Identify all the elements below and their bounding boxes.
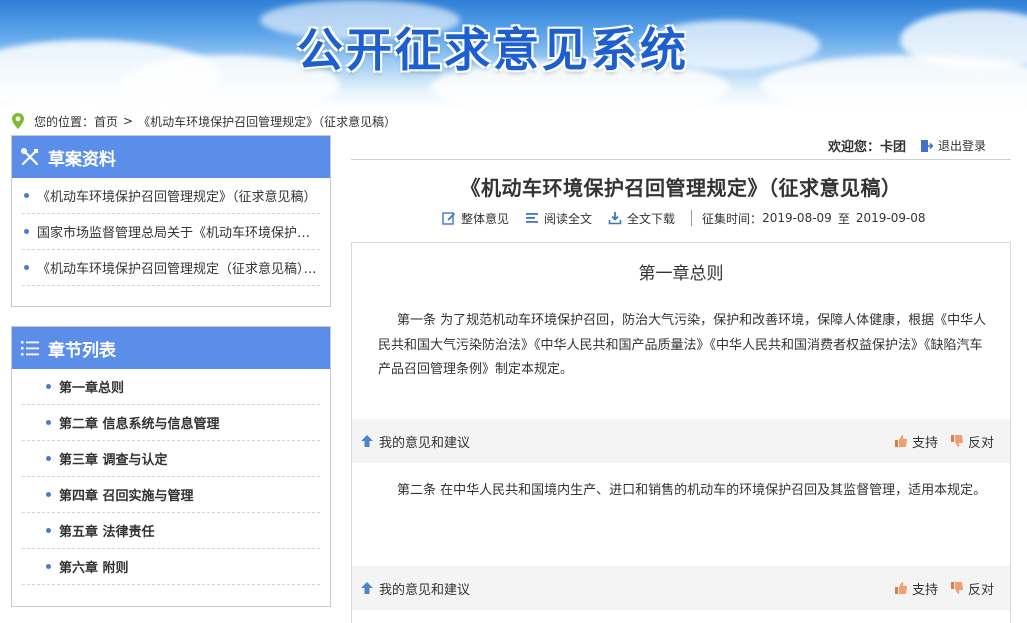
user-bar: 欢迎您： 卡团 退出登录 bbox=[828, 136, 986, 155]
collection-period-end: 2019-09-08 bbox=[855, 211, 926, 225]
read-full-label[interactable]: 阅读全文 bbox=[544, 210, 592, 227]
list-icon bbox=[21, 341, 39, 356]
read-full-button[interactable]: 阅读全文 bbox=[525, 210, 592, 227]
my-opinion-label[interactable]: 我的意见和建议 bbox=[379, 579, 470, 598]
toolbar-divider bbox=[691, 210, 693, 226]
opinion-bar: 我的意见和建议 支持 反对 bbox=[352, 419, 1010, 463]
list-item[interactable]: 《机动车环境保护召回管理规定》（征求意见稿） bbox=[22, 178, 320, 214]
collection-period-to: 至 bbox=[837, 211, 850, 226]
logout-button[interactable]: 退出登录 bbox=[920, 137, 986, 154]
collection-period-start: 2019-08-09 bbox=[762, 211, 832, 225]
chapter-item[interactable]: 第三章 调查与认定 bbox=[22, 441, 320, 477]
breadcrumb-separator: > bbox=[123, 114, 134, 128]
tools-icon bbox=[20, 147, 39, 166]
draft-docs-panel: 草案资料 《机动车环境保护召回管理规定》（征求意见稿） 国家市场监督管理总局关于… bbox=[11, 135, 331, 307]
welcome-label: 欢迎您： bbox=[828, 140, 881, 155]
chapter-item[interactable]: 第六章 附则 bbox=[22, 549, 320, 585]
draft-docs-header: 草案资料 bbox=[12, 136, 330, 178]
list-item[interactable]: 国家市场监督管理总局关于《机动车环境保护召回管理规定》 bbox=[22, 214, 320, 250]
breadcrumb: 您的位置： 首页 > 《机动车环境保护召回管理规定》（征求意见稿） bbox=[10, 112, 396, 130]
chapter-link[interactable]: 第二章 信息系统与信息管理 bbox=[59, 413, 220, 432]
location-pin-icon bbox=[12, 113, 24, 129]
thumbs-up-icon bbox=[894, 582, 907, 594]
chapter-link[interactable]: 第六章 附则 bbox=[59, 557, 129, 576]
breadcrumb-prefix: 您的位置： bbox=[34, 114, 95, 129]
oppose-label[interactable]: 反对 bbox=[968, 432, 994, 451]
vote-group: 支持 反对 bbox=[882, 432, 994, 451]
bullet-icon bbox=[46, 384, 51, 389]
draft-docs-title: 草案资料 bbox=[48, 149, 116, 170]
chapter-link[interactable]: 第五章 法律责任 bbox=[59, 521, 155, 540]
bullet-icon bbox=[46, 456, 51, 461]
chapter-link[interactable]: 第三章 调查与认定 bbox=[59, 449, 168, 468]
download-icon bbox=[608, 212, 622, 225]
bullet-icon bbox=[46, 492, 51, 497]
chapter-item[interactable]: 第一章总则 bbox=[22, 369, 320, 405]
my-opinion-label[interactable]: 我的意见和建议 bbox=[379, 432, 470, 451]
article-2: 第二条 在中华人民共和国境内生产、进口和销售的机动车的环境保护召回及其监督管理，… bbox=[397, 483, 987, 498]
my-opinion-button[interactable]: 我的意见和建议 bbox=[360, 432, 470, 451]
document-lines-icon bbox=[526, 213, 539, 223]
bullet-icon bbox=[24, 229, 29, 234]
support-label[interactable]: 支持 bbox=[912, 579, 938, 598]
edit-icon bbox=[442, 212, 456, 225]
site-title: 公开征求意见系统 bbox=[297, 23, 689, 77]
thumbs-up-icon bbox=[894, 435, 907, 447]
chapter-list-title: 章节列表 bbox=[48, 340, 116, 361]
oppose-button[interactable]: 反对 bbox=[950, 432, 994, 451]
chapter-list-header: 章节列表 bbox=[12, 327, 330, 369]
divider bbox=[351, 159, 1011, 160]
doc-link[interactable]: 国家市场监督管理总局关于《机动车环境保护召回管理规定》 bbox=[37, 222, 319, 241]
chapter-link[interactable]: 第四章 召回实施与管理 bbox=[59, 485, 194, 504]
article-1: 第一条 为了规范机动车环境保护召回，防治大气污染，保护和改善环境，保障人体健康，… bbox=[378, 313, 987, 377]
document-toolbar: 整体意见 阅读全文 全文下载 征集时间： 2019-08-09 至 2019-0… bbox=[442, 208, 926, 228]
list-item[interactable]: 《机动车环境保护召回管理规定（征求意见稿）》起草说明 bbox=[22, 250, 320, 286]
username: 卡团 bbox=[880, 140, 907, 155]
chapter-item[interactable]: 第二章 信息系统与信息管理 bbox=[22, 405, 320, 441]
document-content: 第一章总则 第一条 为了规范机动车环境保护召回，防治大气污染，保护和改善环境，保… bbox=[351, 242, 1011, 623]
vote-group: 支持 反对 bbox=[882, 579, 994, 598]
arrow-up-icon bbox=[361, 582, 373, 594]
bullet-icon bbox=[24, 265, 29, 270]
draft-docs-list: 《机动车环境保护召回管理规定》（征求意见稿） 国家市场监督管理总局关于《机动车环… bbox=[12, 178, 330, 286]
opinion-bar: 我的意见和建议 支持 反对 bbox=[352, 566, 1010, 610]
bullet-icon bbox=[24, 193, 29, 198]
download-full-button[interactable]: 全文下载 bbox=[608, 210, 675, 227]
breadcrumb-current: 《机动车环境保护召回管理规定》（征求意见稿） bbox=[138, 114, 397, 129]
header-banner: 公开征求意见系统 bbox=[0, 0, 1027, 108]
doc-link[interactable]: 《机动车环境保护召回管理规定（征求意见稿）》起草说明 bbox=[37, 258, 319, 277]
my-opinion-button[interactable]: 我的意见和建议 bbox=[360, 579, 470, 598]
thumbs-down-icon bbox=[950, 582, 963, 594]
support-button[interactable]: 支持 bbox=[894, 432, 938, 451]
breadcrumb-home-link[interactable]: 首页 bbox=[94, 113, 118, 130]
doc-link[interactable]: 《机动车环境保护召回管理规定》（征求意见稿） bbox=[37, 186, 319, 205]
overall-opinion-label[interactable]: 整体意见 bbox=[461, 210, 509, 227]
chapter-list: 第一章总则 第二章 信息系统与信息管理 第三章 调查与认定 第四章 召回实施与管… bbox=[12, 369, 330, 585]
document-title: 《机动车环境保护召回管理规定》（征求意见稿） bbox=[460, 176, 902, 200]
logout-label[interactable]: 退出登录 bbox=[938, 137, 986, 154]
overall-opinion-button[interactable]: 整体意见 bbox=[442, 210, 509, 227]
chapter-item[interactable]: 第四章 召回实施与管理 bbox=[22, 477, 320, 513]
support-label[interactable]: 支持 bbox=[912, 432, 938, 451]
bullet-icon bbox=[46, 528, 51, 533]
bullet-icon bbox=[46, 564, 51, 569]
chapter-heading: 第一章总则 bbox=[638, 264, 724, 284]
oppose-button[interactable]: 反对 bbox=[950, 579, 994, 598]
collection-period-label: 征集时间： bbox=[702, 211, 763, 226]
support-button[interactable]: 支持 bbox=[894, 579, 938, 598]
arrow-up-icon bbox=[361, 435, 373, 447]
logout-icon bbox=[921, 139, 934, 152]
bullet-icon bbox=[46, 420, 51, 425]
chapter-list-panel: 章节列表 第一章总则 第二章 信息系统与信息管理 第三章 调查与认定 第四章 召… bbox=[11, 326, 331, 607]
chapter-item[interactable]: 第五章 法律责任 bbox=[22, 513, 320, 549]
chapter-link[interactable]: 第一章总则 bbox=[59, 377, 124, 396]
thumbs-down-icon bbox=[950, 435, 963, 447]
oppose-label[interactable]: 反对 bbox=[968, 579, 994, 598]
download-full-label[interactable]: 全文下载 bbox=[627, 210, 675, 227]
